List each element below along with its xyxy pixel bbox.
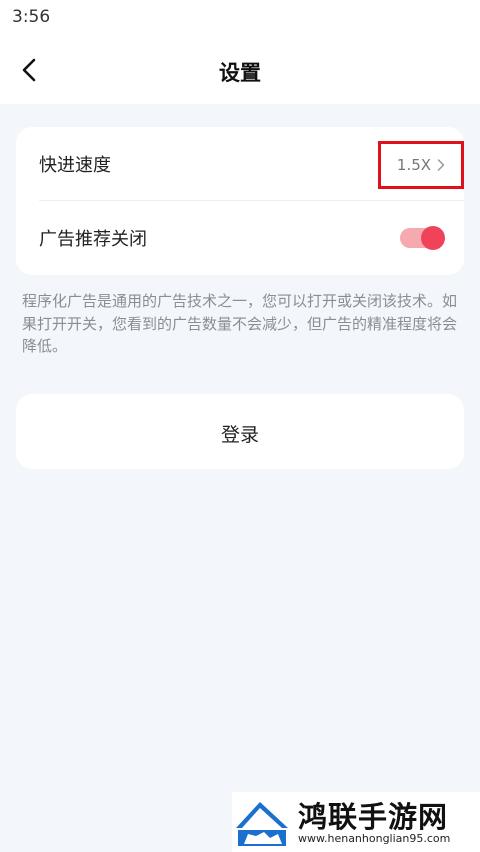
page-title: 设置 [219, 61, 261, 85]
ad-recommend-label: 广告推荐关闭 [39, 229, 147, 250]
watermark: 鸿联手游网 www.henanhonglian95.com [232, 792, 480, 852]
site-logo-icon [234, 794, 290, 850]
chevron-right-icon [437, 159, 445, 171]
ad-recommend-row: 广告推荐关闭 [16, 201, 464, 275]
ad-recommend-toggle[interactable] [400, 226, 445, 250]
speed-value: 1.5X [396, 156, 432, 174]
login-button[interactable]: 登录 [16, 394, 464, 469]
login-label: 登录 [220, 424, 259, 446]
status-time: 3:56 [12, 7, 51, 27]
speed-setting-row[interactable]: 快进速度 1.5X [16, 127, 464, 201]
status-bar: 3:56 [0, 0, 480, 36]
speed-value-highlight[interactable]: 1.5X [378, 141, 464, 189]
settings-card: 快进速度 1.5X 广告推荐关闭 [16, 127, 464, 275]
toggle-knob [421, 226, 445, 250]
nav-bar: 设置 [0, 36, 480, 104]
speed-label: 快进速度 [39, 155, 111, 176]
watermark-title: 鸿联手游网 [298, 800, 449, 834]
watermark-url: www.henanhonglian95.com [298, 832, 451, 845]
ad-description-text: 程序化广告是通用的广告技术之一，您可以打开或关闭该技术。如果打开开关，您看到的广… [22, 292, 458, 355]
